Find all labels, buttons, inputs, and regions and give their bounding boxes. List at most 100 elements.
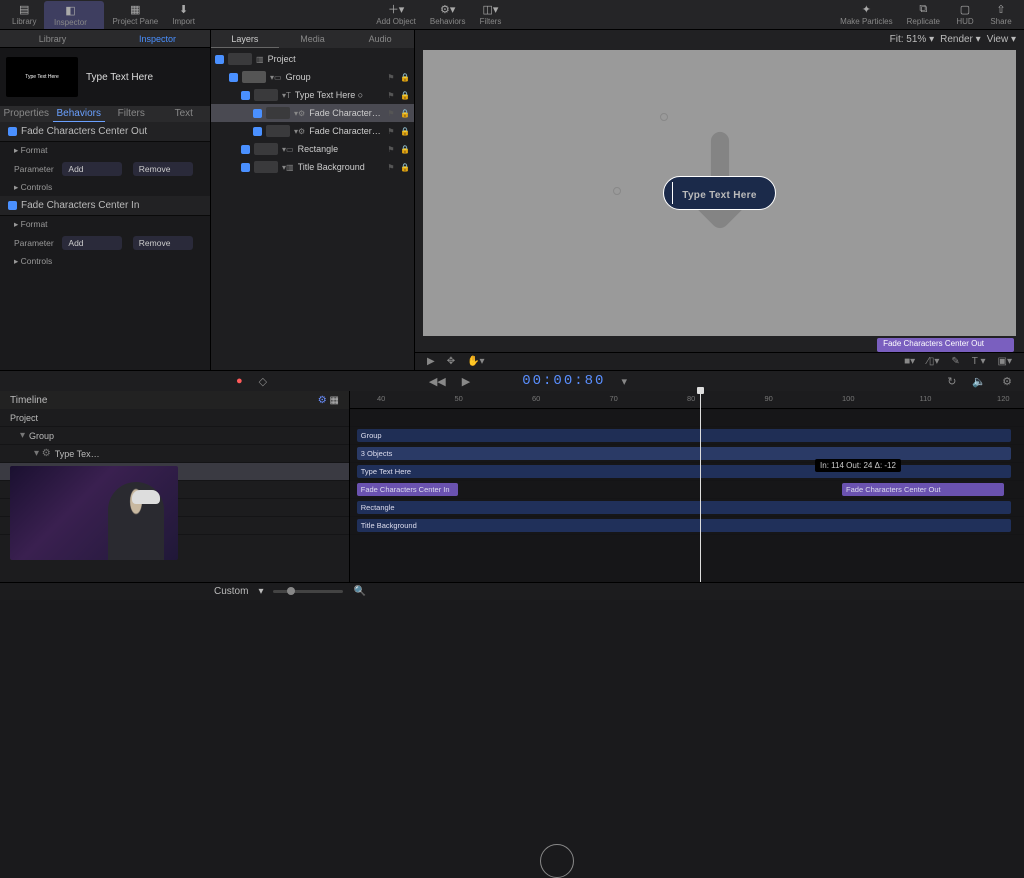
subtab-filters[interactable]: Filters	[105, 106, 158, 122]
search-icon[interactable]: 🔍	[353, 586, 365, 597]
timing-mode[interactable]: Custom	[214, 586, 248, 597]
tab-library[interactable]: Library	[0, 30, 105, 47]
webcam-overlay	[10, 466, 178, 560]
controls-row[interactable]: ▸ Controls	[0, 179, 210, 196]
layer-thumb	[254, 89, 278, 101]
tab-inspector[interactable]: Inspector	[105, 30, 210, 47]
tb-project-pane[interactable]: ▦Project Pane	[106, 1, 164, 29]
fill-icon[interactable]: ■▾	[904, 356, 915, 367]
param-select[interactable]: Add	[62, 162, 122, 176]
keyframe-icon[interactable]: ◇	[259, 375, 267, 388]
track[interactable]: Group	[350, 427, 1024, 445]
prev-frame-icon[interactable]: ◀◀	[429, 375, 446, 388]
enable-checkbox[interactable]	[8, 201, 17, 210]
tb-import[interactable]: ⬇Import	[166, 1, 201, 29]
record-icon[interactable]: ●	[236, 375, 243, 387]
visible-checkbox[interactable]	[241, 145, 250, 154]
format-row[interactable]: ▸ Format	[0, 216, 210, 233]
tb-behaviors[interactable]: ⚙▾Behaviors	[424, 1, 472, 29]
lock-icon[interactable]: 🔒	[400, 91, 410, 100]
format-row[interactable]: ▸ Format	[0, 142, 210, 159]
layer-row[interactable]: ▾▥Title Background⚑🔒	[211, 158, 414, 176]
tab-audio[interactable]: Audio	[346, 30, 414, 48]
show-filters-icon[interactable]: ▦	[330, 395, 339, 406]
subtab-text[interactable]: Text	[158, 106, 211, 122]
timing-arrow-icon[interactable]: ▾	[258, 586, 263, 597]
flag-icon[interactable]: ⚑	[386, 109, 396, 118]
flag-icon[interactable]: ⚑	[386, 127, 396, 136]
text-tool-icon[interactable]: T ▾	[972, 356, 986, 367]
visible-checkbox[interactable]	[241, 163, 250, 172]
tb-share[interactable]: ⇧Share	[984, 1, 1018, 29]
visible-checkbox[interactable]	[215, 55, 224, 64]
pointer-tool-icon[interactable]: ▶	[427, 356, 435, 367]
lock-icon[interactable]: 🔒	[400, 109, 410, 118]
layer-row[interactable]: ▾▭Group⚑🔒	[211, 68, 414, 86]
timecode-mode-icon[interactable]: ▾	[621, 375, 627, 388]
track[interactable]: Title Background	[350, 517, 1024, 535]
tb-library[interactable]: ▤Library	[6, 1, 42, 29]
tab-layers[interactable]: Layers	[211, 30, 279, 48]
fit-menu[interactable]: Fit: 51% ▾	[890, 34, 934, 45]
lock-icon[interactable]: 🔒	[400, 163, 410, 172]
mute-icon[interactable]: 🔈	[972, 375, 986, 388]
visible-checkbox[interactable]	[241, 91, 250, 100]
viewport[interactable]: Type Text Here	[423, 50, 1016, 336]
loop-icon[interactable]: ↻	[947, 375, 956, 388]
track[interactable]: 3 Objects	[350, 445, 1024, 463]
visible-checkbox[interactable]	[229, 73, 238, 82]
track[interactable]: Rectangle	[350, 499, 1024, 517]
flag-icon[interactable]: ⚑	[386, 145, 396, 154]
lock-icon[interactable]: 🔒	[400, 127, 410, 136]
param-select[interactable]: Add	[62, 236, 122, 250]
playhead[interactable]	[700, 391, 701, 582]
behavior-header[interactable]: Fade Characters Center In	[0, 196, 210, 216]
visible-checkbox[interactable]	[253, 127, 262, 136]
timeline-row[interactable]: ▾ Group	[0, 427, 349, 445]
tb-replicate[interactable]: ⧉Replicate	[901, 1, 946, 29]
tb-make-particles[interactable]: ✦Make Particles	[834, 1, 898, 29]
tb-add-object[interactable]: ＋▾Add Object	[370, 1, 422, 29]
layer-row[interactable]: ▾▭Rectangle⚑🔒	[211, 140, 414, 158]
timeline-row[interactable]: Project	[0, 409, 349, 427]
controls-row[interactable]: ▸ Controls	[0, 253, 210, 270]
layer-row[interactable]: ▾TType Text Here ○⚑🔒	[211, 86, 414, 104]
tab-media[interactable]: Media	[279, 30, 347, 48]
mask-icon[interactable]: ▣▾	[998, 356, 1012, 367]
lock-icon[interactable]: 🔒	[400, 145, 410, 154]
behavior-header[interactable]: Fade Characters Center Out	[0, 122, 210, 142]
layer-row[interactable]: ▾⚙Fade Characters Cen…⚑🔒	[211, 104, 414, 122]
play-icon[interactable]: ▶	[462, 375, 470, 388]
subtab-properties[interactable]: Properties	[0, 106, 53, 122]
layer-row[interactable]: ▥Project	[211, 50, 414, 68]
lock-icon[interactable]: 🔒	[400, 73, 410, 82]
tb-hud[interactable]: ▢HUD	[948, 1, 982, 29]
pen-icon[interactable]: ✎	[951, 356, 959, 367]
timecode[interactable]: 00:00:80	[522, 373, 605, 389]
text-object[interactable]: Type Text Here	[663, 176, 775, 210]
tb-inspector[interactable]: ◧Inspector	[44, 1, 104, 29]
track[interactable]: Type Text Here	[350, 463, 1024, 481]
flag-icon[interactable]: ⚑	[386, 163, 396, 172]
track[interactable]: Fade Characters Center InFade Characters…	[350, 481, 1024, 499]
layer-row[interactable]: ▾⚙Fade Characters Cen…⚑🔒	[211, 122, 414, 140]
subtab-behaviors[interactable]: Behaviors	[53, 106, 106, 122]
visible-checkbox[interactable]	[253, 109, 262, 118]
nav-tabs: Library Inspector	[0, 30, 210, 48]
behavior-range-bar[interactable]: Fade Characters Center Out	[877, 338, 1014, 352]
stroke-icon[interactable]: ⁄▯▾	[927, 356, 939, 367]
settings-icon[interactable]: ⚙	[1002, 375, 1012, 388]
action-select[interactable]: Remove	[133, 162, 193, 176]
timeline-row[interactable]: ▾ ⚙ Type Tex…	[0, 445, 349, 463]
view-menu[interactable]: View ▾	[987, 34, 1016, 45]
tb-filters[interactable]: ◫▾Filters	[473, 1, 507, 29]
show-behaviors-icon[interactable]: ⚙	[318, 395, 327, 406]
enable-checkbox[interactable]	[8, 127, 17, 136]
flag-icon[interactable]: ⚑	[386, 73, 396, 82]
render-menu[interactable]: Render ▾	[940, 34, 981, 45]
hand-tool-icon[interactable]: ✋▾	[467, 356, 484, 367]
action-select[interactable]: Remove	[133, 236, 193, 250]
flag-icon[interactable]: ⚑	[386, 91, 396, 100]
zoom-slider[interactable]	[273, 590, 343, 593]
transform-tool-icon[interactable]: ✥	[447, 356, 455, 367]
